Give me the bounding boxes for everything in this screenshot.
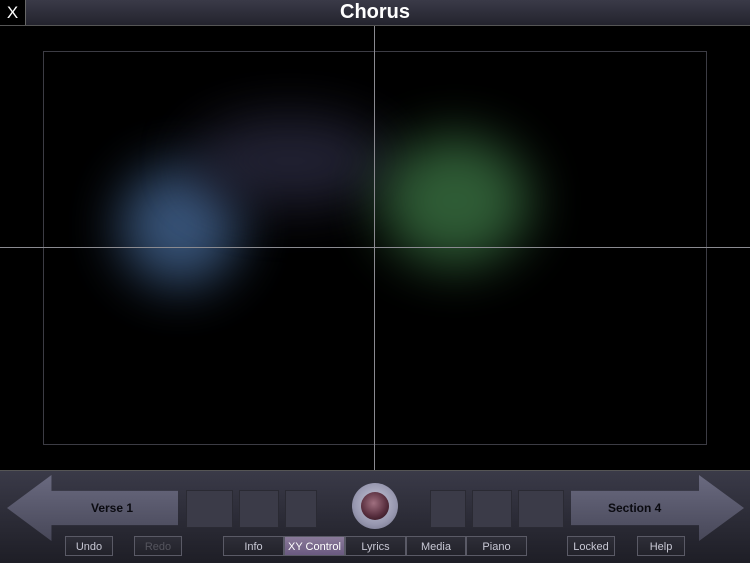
section-slot[interactable] — [285, 490, 317, 528]
window-title: Chorus — [340, 1, 410, 23]
tab-lyrics[interactable]: Lyrics — [345, 536, 406, 556]
tab-piano[interactable]: Piano — [466, 536, 527, 556]
xy-control-pad[interactable] — [0, 26, 750, 470]
previous-section-button[interactable]: Verse 1 — [7, 475, 178, 541]
section-slot[interactable] — [472, 490, 512, 528]
section-slot[interactable] — [518, 490, 564, 528]
next-section-label: Section 4 — [608, 501, 662, 515]
xy-frame — [43, 51, 707, 445]
crosshair-horizontal — [0, 247, 750, 248]
redo-button[interactable]: Redo — [134, 536, 182, 556]
section-slot[interactable] — [430, 490, 466, 528]
tab-xy-control[interactable]: XY Control — [284, 536, 345, 556]
locked-button[interactable]: Locked — [567, 536, 615, 556]
section-slot[interactable] — [186, 490, 233, 528]
tab-media[interactable]: Media — [406, 536, 466, 556]
help-button[interactable]: Help — [637, 536, 685, 556]
title-bar: X Chorus — [0, 0, 750, 26]
bottom-toolbar: Verse 1 Section 4 Undo Redo Info XY Cont… — [0, 470, 750, 563]
tab-info[interactable]: Info — [223, 536, 284, 556]
next-section-button[interactable]: Section 4 — [571, 475, 744, 541]
knob-center — [361, 492, 389, 520]
previous-section-label: Verse 1 — [91, 501, 134, 515]
crosshair-vertical — [374, 26, 375, 470]
record-knob[interactable] — [352, 483, 398, 529]
undo-button[interactable]: Undo — [65, 536, 113, 556]
section-slot[interactable] — [239, 490, 279, 528]
